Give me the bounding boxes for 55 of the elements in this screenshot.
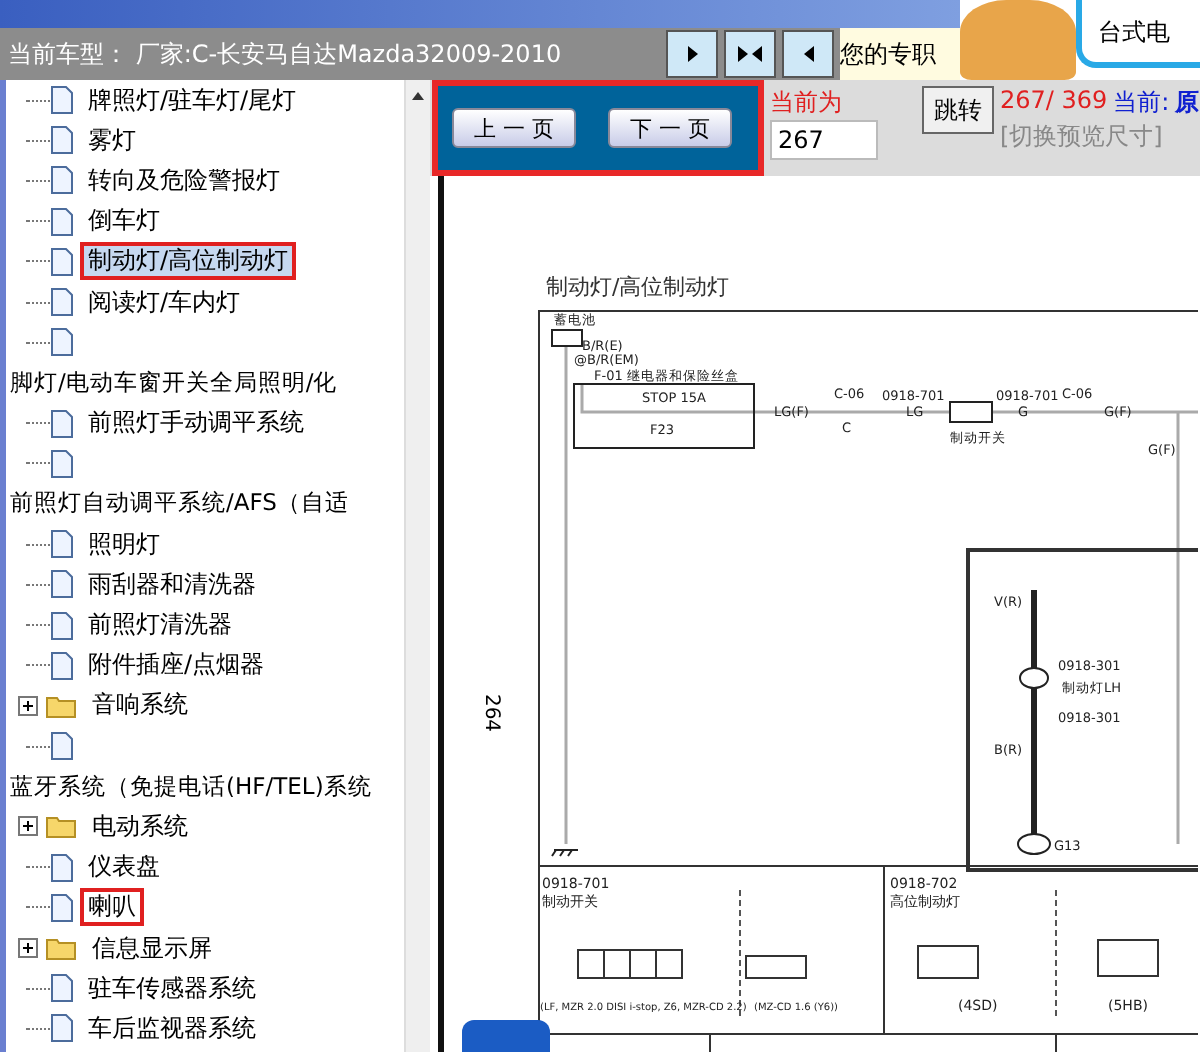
- ground-connector-symbol: [1017, 833, 1051, 855]
- document-icon: [50, 974, 74, 1003]
- document-icon: [50, 853, 74, 882]
- document-icon: [50, 570, 74, 599]
- switch-symbol: [949, 401, 993, 423]
- ground-symbol: [551, 849, 579, 857]
- arrow-right-icon: [682, 44, 702, 64]
- tree-item[interactable]: 制动灯/高位制动灯: [80, 242, 297, 281]
- diagram-title: 制动灯/高位制动灯: [544, 272, 732, 304]
- current-page-label: 当前为: [770, 86, 844, 120]
- page-input[interactable]: 267: [770, 120, 878, 160]
- page-counter: 267/ 369: [1000, 86, 1108, 118]
- collapse-left-button[interactable]: [782, 30, 834, 78]
- battery-symbol: [551, 329, 583, 347]
- document-icon: [50, 893, 74, 922]
- tree-item[interactable]: 蓝牙系统（免提电话(HF/TEL)系统: [10, 771, 372, 802]
- arrows-inward-icon: [736, 44, 764, 64]
- tree-item[interactable]: 前照灯自动调平系统/AFS（自适: [10, 488, 349, 519]
- current-value: 原: [1175, 86, 1200, 120]
- document-icon: [50, 1014, 74, 1043]
- mascot-picture: [960, 0, 1076, 80]
- previous-page-button[interactable]: 上 一 页: [452, 108, 576, 148]
- document-icon: [50, 288, 74, 317]
- collapse-right-button[interactable]: [666, 30, 718, 78]
- floating-tab[interactable]: [462, 1020, 550, 1052]
- expand-icon[interactable]: [18, 695, 38, 716]
- document-icon: [50, 409, 74, 438]
- scrollbar[interactable]: [404, 80, 430, 1052]
- document-icon: [50, 247, 74, 276]
- tree-item[interactable]: 喇叭: [80, 888, 144, 927]
- document-icon: [50, 126, 74, 155]
- folder-icon: [46, 814, 78, 839]
- page-number: 264: [480, 693, 502, 733]
- folder-icon: [46, 936, 78, 961]
- split-button[interactable]: [724, 30, 776, 78]
- expand-icon[interactable]: [18, 938, 38, 959]
- scroll-up-icon[interactable]: [410, 88, 426, 104]
- document-icon: [50, 449, 74, 478]
- document-icon: [50, 166, 74, 195]
- current-label: 当前:: [1113, 86, 1170, 120]
- document-icon: [50, 530, 74, 559]
- car-model-title: 当前车型： 厂家:C-长安马自达Mazda32009-2010: [6, 37, 564, 71]
- promo-text: 您的专职: [840, 28, 960, 80]
- document-icon: [50, 611, 74, 640]
- document-icon: [50, 732, 74, 761]
- tree-item[interactable]: 脚灯/电动车窗开关全局照明/化: [10, 367, 338, 398]
- document-icon: [50, 86, 74, 115]
- next-page-button[interactable]: 下 一 页: [608, 108, 732, 148]
- document-icon: [50, 328, 74, 357]
- document-icon: [50, 207, 74, 236]
- expand-icon[interactable]: [18, 816, 38, 837]
- folder-icon: [46, 693, 78, 718]
- connector-symbol: [1019, 667, 1049, 689]
- jump-button[interactable]: 跳转: [922, 86, 994, 134]
- document-icon: [50, 651, 74, 680]
